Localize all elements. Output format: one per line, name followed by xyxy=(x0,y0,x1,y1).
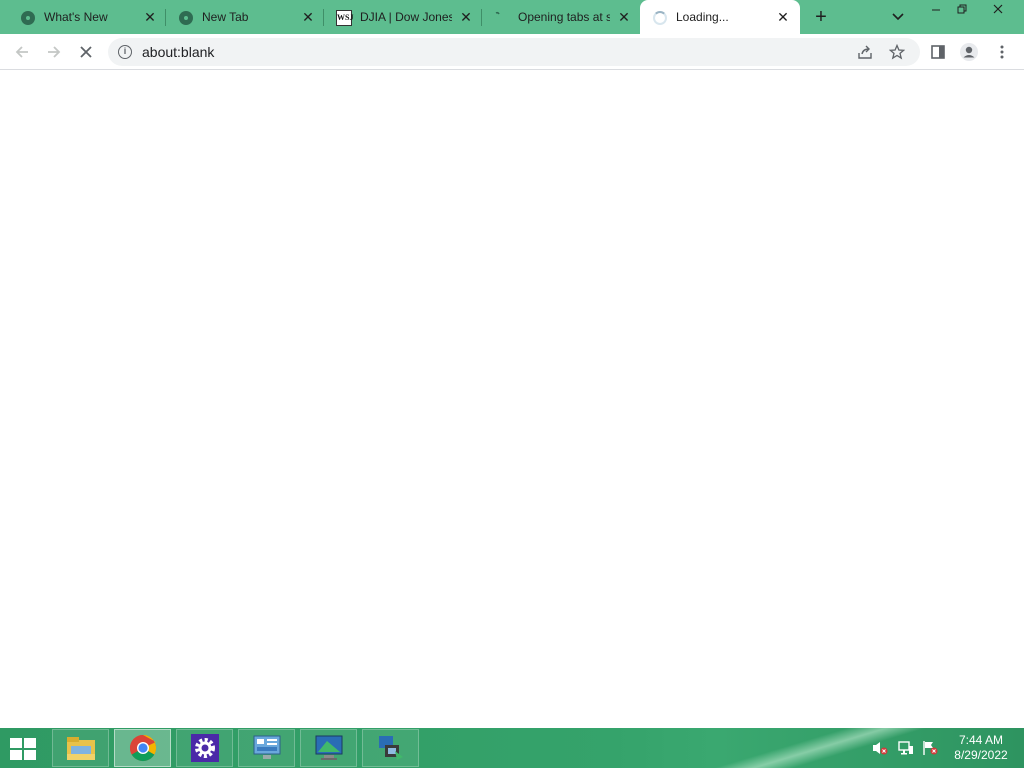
forward-arrow-icon[interactable] xyxy=(44,42,64,62)
taskbar-control-panel[interactable] xyxy=(238,729,295,767)
tab-opening-tabs[interactable]: Opening tabs at s ✕ xyxy=(482,0,640,34)
info-icon[interactable]: i xyxy=(118,45,132,59)
tab-whats-new[interactable]: What's New ✕ xyxy=(0,0,166,34)
wsj-icon: WSJ xyxy=(336,10,353,26)
tab-title: New Tab xyxy=(202,10,249,24)
volume-muted-icon[interactable] xyxy=(872,740,888,756)
close-tab-icon[interactable]: ✕ xyxy=(142,9,158,25)
tab-title: DJIA | Dow Jones xyxy=(360,10,452,24)
tab-loading[interactable]: Loading... ✕ xyxy=(640,0,800,34)
new-tab-button[interactable]: + xyxy=(810,6,832,28)
control-panel-icon xyxy=(253,735,280,759)
close-tab-icon[interactable]: ✕ xyxy=(300,9,316,25)
tab-strip: What's New ✕ New Tab ✕ WSJ DJIA | Dow Jo… xyxy=(0,0,1024,34)
share-icon[interactable] xyxy=(856,43,874,61)
chrome-icon xyxy=(20,10,36,26)
address-url[interactable]: about:blank xyxy=(142,44,214,60)
tab-new-tab[interactable]: New Tab ✕ xyxy=(166,0,324,34)
taskbar-chrome[interactable] xyxy=(114,729,171,767)
network-icon[interactable] xyxy=(898,740,914,756)
profile-avatar-icon[interactable] xyxy=(959,42,979,62)
clock-date: 8/29/2022 xyxy=(954,748,1008,762)
taskbar-settings[interactable] xyxy=(176,729,233,767)
start-windows-icon xyxy=(10,738,22,748)
tab-djia[interactable]: WSJ DJIA | Dow Jones ✕ xyxy=(324,0,482,34)
close-tab-icon[interactable]: ✕ xyxy=(458,9,474,25)
remote-desktop-icon xyxy=(315,735,342,760)
spinner-icon xyxy=(652,10,668,26)
action-center-flag-icon[interactable] xyxy=(922,740,938,756)
close-window-icon[interactable] xyxy=(982,0,1014,20)
taskbar-file-explorer[interactable] xyxy=(52,729,109,767)
back-arrow-icon[interactable] xyxy=(12,42,32,62)
browser-toolbar: i about:blank xyxy=(0,34,1024,70)
side-panel-icon[interactable] xyxy=(928,42,948,62)
stop-loading-icon[interactable] xyxy=(76,42,96,62)
address-bar[interactable]: i about:blank xyxy=(108,38,920,66)
system-clock[interactable]: 7:44 AM 8/29/2022 xyxy=(948,733,1014,763)
file-explorer-icon xyxy=(66,737,95,760)
network-share-icon xyxy=(378,736,403,760)
restore-icon[interactable] xyxy=(946,0,978,20)
bookmark-star-icon[interactable] xyxy=(888,43,906,61)
loading-icon xyxy=(492,10,508,26)
tab-title: Opening tabs at s xyxy=(518,10,610,24)
tab-title: Loading... xyxy=(676,10,729,24)
settings-icon xyxy=(190,734,219,762)
browser-window: What's New ✕ New Tab ✕ WSJ DJIA | Dow Jo… xyxy=(0,0,1024,728)
windows-taskbar: 7:44 AM 8/29/2022 xyxy=(0,728,1024,768)
menu-kebab-icon[interactable] xyxy=(992,42,1012,62)
close-tab-icon[interactable]: ✕ xyxy=(616,9,632,25)
start-button[interactable] xyxy=(8,736,38,760)
tab-title: What's New xyxy=(44,10,108,24)
chrome-icon xyxy=(129,734,156,762)
taskbar-network-share[interactable] xyxy=(362,729,419,767)
close-tab-icon[interactable]: ✕ xyxy=(775,9,791,25)
chrome-icon xyxy=(178,10,194,26)
page-content xyxy=(0,71,1024,728)
tab-search-icon[interactable] xyxy=(889,8,907,26)
clock-time: 7:44 AM xyxy=(958,733,1004,747)
taskbar-remote-desktop[interactable] xyxy=(300,729,357,767)
